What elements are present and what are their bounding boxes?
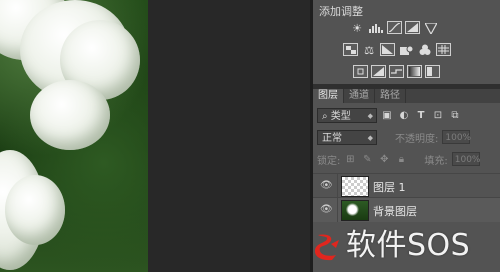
fill-label: 填充: — [424, 155, 448, 167]
layer-row[interactable]: 👁︎ 背景图层 — [313, 197, 500, 222]
chevron-updown-icon: ◆ — [367, 111, 373, 120]
fill-field[interactable]: 100% — [451, 152, 480, 166]
layer-thumbnail-transparent — [341, 176, 369, 197]
posterize-icon[interactable] — [371, 65, 386, 78]
opacity-field[interactable]: 100% — [442, 130, 471, 144]
brightness-sun-icon[interactable]: ☀ — [349, 21, 365, 35]
divider — [337, 174, 338, 198]
opacity-label: 不透明度: — [395, 133, 439, 145]
flower-petal — [5, 175, 65, 245]
black-white-icon[interactable] — [380, 43, 395, 56]
adjustments-row-2: ⚖ — [343, 43, 451, 57]
adjustment-layer-filter-icon[interactable]: ◐ — [397, 108, 411, 122]
color-lookup-icon[interactable] — [436, 43, 451, 56]
watermark-logo-icon — [314, 234, 339, 261]
eye-visibility-icon[interactable]: 👁︎ — [320, 204, 333, 215]
smart-object-filter-icon[interactable]: ⧉ — [448, 108, 462, 122]
lock-fill-row: 锁定: ⊞ ✎ ✥ 🔒︎ 填充: 100% — [313, 151, 500, 167]
canvas-image[interactable] — [0, 0, 148, 272]
layer-thumbnail-photo — [341, 200, 369, 221]
type-layer-filter-icon[interactable]: T — [414, 108, 428, 122]
lock-label: 锁定: — [317, 155, 341, 167]
channel-mixer-icon[interactable] — [417, 43, 433, 57]
vibrance-triangle-icon[interactable] — [423, 21, 439, 35]
layer-kind-filter-label: 类型 — [330, 110, 351, 122]
canvas-pasteboard — [148, 0, 310, 272]
shape-layer-filter-icon[interactable]: ⊡ — [431, 108, 445, 122]
layer-row[interactable]: 👁︎ 图层 1 — [313, 173, 500, 198]
layer-name[interactable]: 背景图层 — [373, 203, 417, 219]
curves-icon[interactable] — [387, 21, 402, 34]
gradient-map-icon[interactable] — [407, 65, 422, 78]
watermark-text: 软件SOS — [346, 228, 471, 263]
photo-filter-icon[interactable] — [398, 43, 414, 57]
blend-opacity-row: 正常 ◆ 不透明度: 100% — [313, 129, 500, 145]
watermark: 软件SOS — [312, 228, 470, 264]
flower-petal — [30, 80, 110, 150]
pixel-layer-filter-icon[interactable]: ▣ — [380, 108, 394, 122]
adjustments-panel: 添加调整 ☀ ⚖ — [313, 0, 500, 84]
threshold-icon[interactable] — [389, 65, 404, 78]
tab-layers[interactable]: 图层 — [313, 89, 344, 103]
color-balance-icon[interactable]: ⚖ — [361, 43, 377, 57]
exposure-icon[interactable] — [405, 21, 420, 34]
layer-filter-row: ⌕ 类型 ◆ ▣ ◐ T ⊡ ⧉ — [313, 107, 500, 123]
divider — [337, 198, 338, 222]
search-icon: ⌕ — [322, 110, 328, 122]
lock-image-pixels-icon[interactable]: ✎ — [360, 152, 374, 166]
hue-saturation-icon[interactable] — [343, 43, 358, 56]
levels-icon[interactable] — [368, 21, 384, 35]
layers-panel-tabs: 图层 通道 路径 — [313, 89, 500, 103]
adjustments-row-1: ☀ — [349, 21, 439, 35]
tab-channels[interactable]: 通道 — [344, 89, 375, 103]
chevron-updown-icon: ◆ — [367, 133, 373, 142]
adjustments-title: 添加调整 — [319, 5, 363, 18]
lock-transparent-pixels-icon[interactable]: ⊞ — [343, 152, 357, 166]
layer-kind-filter-select[interactable]: ⌕ 类型 ◆ — [317, 107, 377, 123]
lock-position-icon[interactable]: ✥ — [377, 152, 391, 166]
lock-all-icon[interactable]: 🔒︎ — [394, 152, 408, 166]
blend-mode-select[interactable]: 正常 ◆ — [317, 129, 377, 145]
selective-color-icon[interactable] — [425, 65, 440, 78]
eye-visibility-icon[interactable]: 👁︎ — [320, 180, 333, 191]
layer-name[interactable]: 图层 1 — [373, 179, 406, 195]
blend-mode-value: 正常 — [322, 132, 342, 144]
tab-paths[interactable]: 路径 — [375, 89, 406, 103]
adjustments-row-3 — [353, 65, 440, 78]
invert-icon[interactable] — [353, 65, 368, 78]
